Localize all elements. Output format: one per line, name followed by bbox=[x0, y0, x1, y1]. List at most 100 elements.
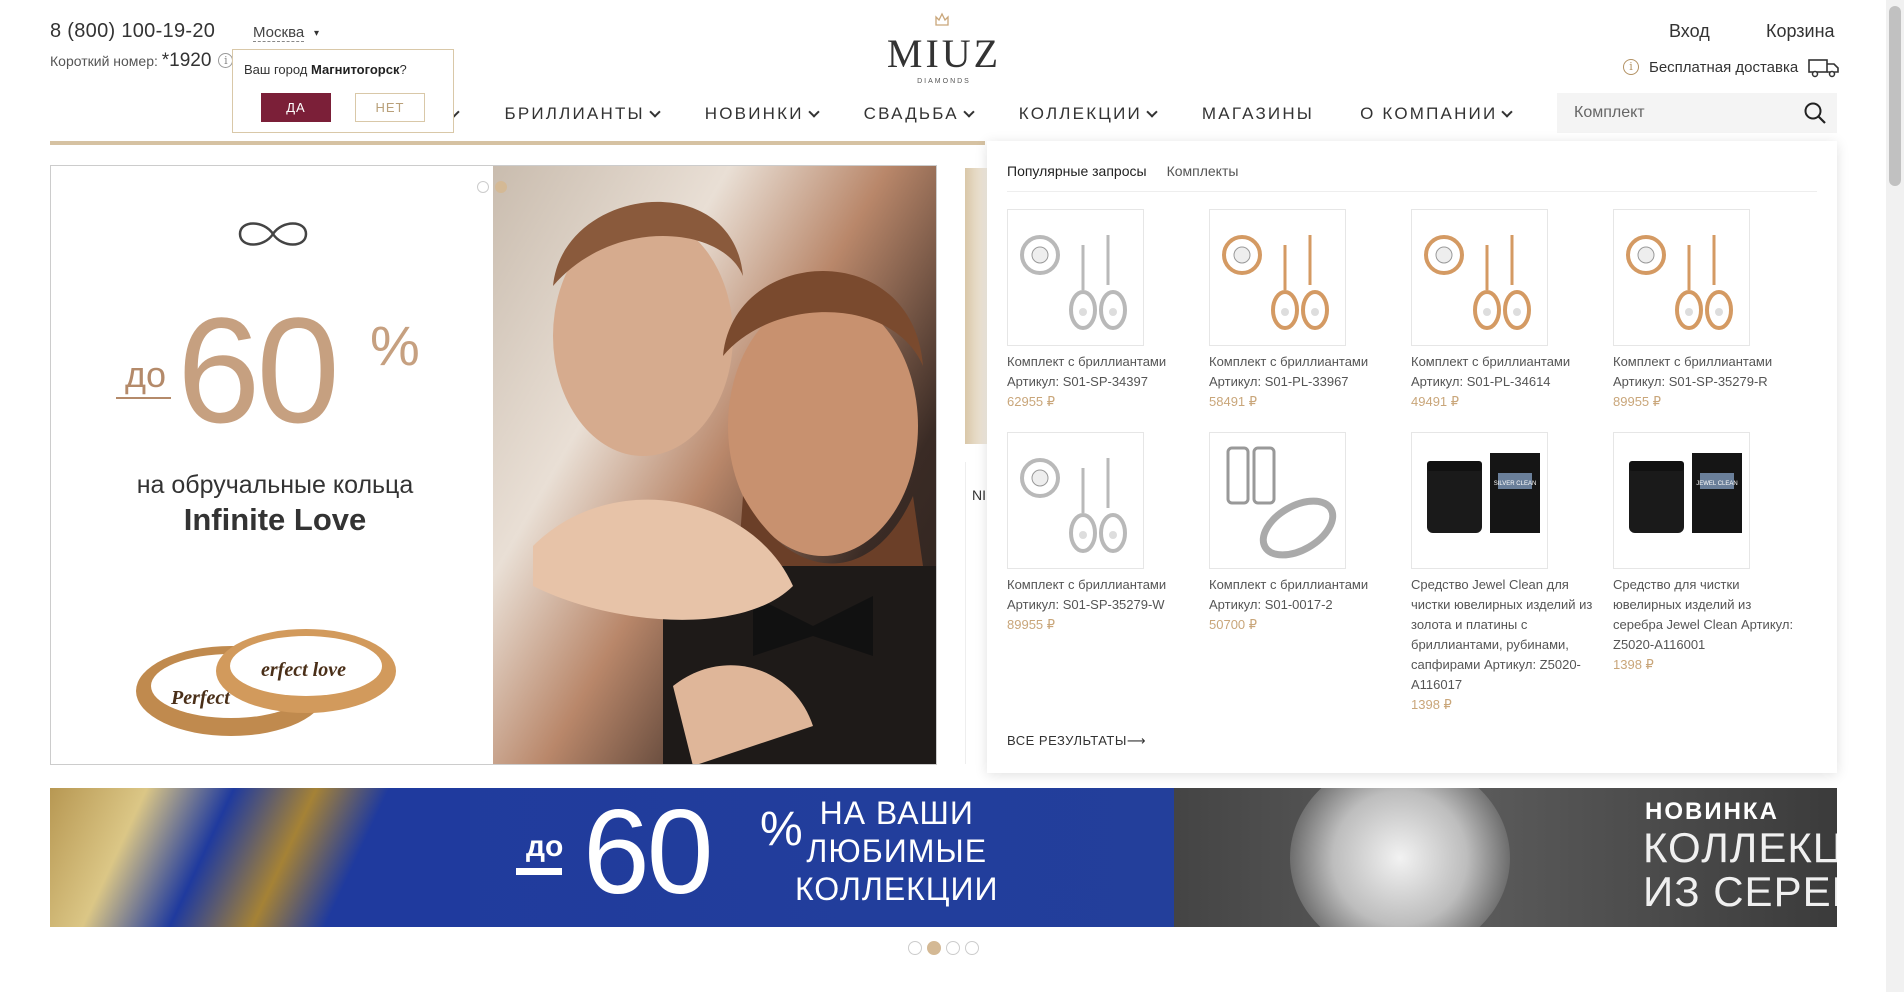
chevron-down-icon bbox=[807, 105, 820, 118]
city-yes-button[interactable]: ДА bbox=[261, 93, 331, 122]
product-image[interactable] bbox=[1007, 209, 1144, 346]
city-confirm-popup: Ваш город Магнитогорск? ДА НЕТ bbox=[232, 49, 454, 133]
product-image[interactable] bbox=[1613, 209, 1750, 346]
search-box bbox=[1557, 93, 1837, 133]
couple-illustration bbox=[533, 201, 936, 764]
product-card[interactable]: Комплект с бриллиантами Артикул: S01-SP-… bbox=[1007, 209, 1197, 412]
side-banner-label: NI bbox=[972, 487, 986, 503]
short-number-label: Короткий номер: bbox=[50, 53, 158, 69]
nav-underline bbox=[50, 141, 985, 145]
product-name[interactable]: Комплект с бриллиантами Артикул: S01-SP-… bbox=[1613, 352, 1803, 392]
cart-link[interactable]: Корзина bbox=[1766, 21, 1835, 42]
product-card[interactable]: Комплект с бриллиантами Артикул: S01-PL-… bbox=[1209, 209, 1399, 412]
product-image[interactable] bbox=[1411, 209, 1548, 346]
main-nav: Я БРИЛЛИАНТЫ НОВИНКИ СВАДЬБА КОЛЛЕКЦИИ М… bbox=[430, 100, 1557, 128]
wedding-rings-image: Perfect erfect love bbox=[136, 629, 396, 736]
product-name[interactable]: Комплект с бриллиантами Артикул: S01-PL-… bbox=[1209, 352, 1399, 392]
city-question-prefix: Ваш город bbox=[244, 62, 311, 77]
product-price: 89955 ₽ bbox=[1007, 617, 1056, 632]
slider-dot-active[interactable] bbox=[927, 941, 941, 955]
dropdown-tabs: Популярные запросы Комплекты bbox=[1007, 163, 1238, 179]
nav-item-stores[interactable]: МАГАЗИНЫ bbox=[1202, 100, 1314, 128]
tab-sets[interactable]: Комплекты bbox=[1167, 163, 1239, 179]
nav-item-new[interactable]: НОВИНКИ bbox=[704, 100, 820, 128]
nav-item-collections[interactable]: КОЛЛЕКЦИИ bbox=[1019, 100, 1158, 128]
nav-item-wedding[interactable]: СВАДЬБА bbox=[864, 100, 975, 128]
banner-do: до bbox=[526, 830, 564, 863]
product-image[interactable] bbox=[1209, 432, 1346, 569]
short-number-value[interactable]: *1920 bbox=[162, 50, 212, 71]
nav-label: МАГАЗИНЫ bbox=[1201, 104, 1315, 123]
product-card[interactable]: Комплект с бриллиантами Артикул: S01-SP-… bbox=[1007, 432, 1197, 635]
product-name[interactable]: Комплект с бриллиантами Артикул: S01-SP-… bbox=[1007, 575, 1197, 615]
side-banner-peek-2[interactable] bbox=[965, 462, 987, 764]
tab-popular[interactable]: Популярные запросы bbox=[1007, 163, 1147, 179]
hero-slide[interactable]: Perfect erfect love bbox=[50, 165, 937, 765]
product-image[interactable]: SILVER CLEAN bbox=[1411, 432, 1548, 569]
product-name[interactable]: Средство для чистки ювелирных изделий из… bbox=[1613, 575, 1803, 655]
ring-engraving-1: Perfect bbox=[170, 687, 231, 709]
product-card[interactable]: Комплект с бриллиантами Артикул: S01-SP-… bbox=[1613, 209, 1803, 412]
product-image[interactable] bbox=[1209, 209, 1346, 346]
chevron-down-icon bbox=[649, 105, 661, 118]
city-selector[interactable]: Москва bbox=[253, 24, 305, 42]
detected-city: Магнитогорск bbox=[311, 62, 400, 77]
hero-discount-value: 60 bbox=[177, 286, 340, 454]
banner-minus bbox=[516, 868, 562, 875]
product-name[interactable]: Средство Jewel Clean для чистки ювелирны… bbox=[1411, 575, 1601, 695]
product-name[interactable]: Комплект с бриллиантами Артикул: S01-PL-… bbox=[1411, 352, 1601, 392]
couple-photo bbox=[493, 166, 936, 764]
hero-title: Infinite Love bbox=[183, 502, 367, 537]
product-price: 62955 ₽ bbox=[1007, 394, 1056, 409]
product-name[interactable]: Комплект с бриллиантами Артикул: S01-SP-… bbox=[1007, 352, 1197, 392]
product-card[interactable]: JEWEL CLEAN Средство для чистки ювелирных… bbox=[1613, 432, 1803, 675]
hero-slider-dots bbox=[477, 180, 513, 198]
infinity-icon bbox=[238, 222, 308, 246]
product-card[interactable]: SILVER CLEAN Средство Jewel Clean для чис… bbox=[1411, 432, 1601, 715]
side-banner-peek[interactable] bbox=[965, 168, 987, 444]
nav-label: НОВИНКИ bbox=[704, 104, 804, 123]
product-illustration bbox=[1020, 235, 1127, 330]
hero-minus bbox=[116, 397, 171, 399]
promo-banner[interactable]: до 60 % НА ВАШИ ЛЮБИМЫЕ КОЛЛЕКЦИИ НОВИНК… bbox=[50, 788, 1837, 927]
nav-item-diamonds[interactable]: БРИЛЛИАНТЫ bbox=[504, 100, 661, 128]
divider bbox=[1007, 191, 1817, 192]
all-results-link[interactable]: ВСЕ РЕЗУЛЬТАТЫ⟶ bbox=[1007, 733, 1146, 749]
search-icon[interactable] bbox=[1803, 101, 1827, 125]
info-icon[interactable]: i bbox=[1623, 59, 1639, 75]
banner-text: НА ВАШИ ЛЮБИМЫЕ КОЛЛЕКЦИИ bbox=[795, 794, 998, 908]
slider-dot[interactable] bbox=[477, 181, 489, 193]
product-illustration: SILVER CLEAN bbox=[1427, 453, 1540, 533]
search-dropdown: Популярные запросы Комплекты Комплект с … bbox=[987, 141, 1837, 773]
product-card[interactable]: Комплект с бриллиантами Артикул: S01-001… bbox=[1209, 432, 1399, 635]
chevron-down-icon bbox=[1501, 105, 1514, 118]
slider-dot[interactable] bbox=[908, 941, 922, 955]
phone-number[interactable]: 8 (800) 100-19-20 bbox=[50, 20, 215, 43]
scrollbar-thumb[interactable] bbox=[1889, 6, 1901, 186]
product-price: 1398 ₽ bbox=[1411, 697, 1452, 712]
search-input[interactable] bbox=[1557, 93, 1797, 133]
caret-down-icon[interactable]: ▾ bbox=[314, 28, 319, 39]
banner-collection-text: КОЛЛЕКЦИ ИЗ СЕРЕБР bbox=[1643, 826, 1837, 914]
free-delivery[interactable]: i Бесплатная доставка bbox=[1623, 56, 1840, 78]
short-number: Короткий номер: *1920 i bbox=[50, 50, 234, 72]
nav-item-about[interactable]: О КОМПАНИИ bbox=[1360, 100, 1514, 128]
slider-dot-active[interactable] bbox=[495, 181, 507, 193]
logo[interactable]: MIUZ bbox=[886, 34, 1002, 74]
city-question-suffix: ? bbox=[399, 62, 407, 77]
product-card[interactable]: Комплект с бриллиантами Артикул: S01-PL-… bbox=[1411, 209, 1601, 412]
product-name[interactable]: Комплект с бриллиантами Артикул: S01-001… bbox=[1209, 575, 1399, 615]
delivery-label: Бесплатная доставка bbox=[1649, 58, 1799, 76]
slider-dot[interactable] bbox=[946, 941, 960, 955]
slider-dot[interactable] bbox=[965, 941, 979, 955]
hero-percent: % bbox=[370, 314, 420, 377]
banner-new-label: НОВИНКА bbox=[1645, 798, 1779, 825]
jar-label: JEWEL CLEAN bbox=[1696, 481, 1737, 487]
chevron-down-icon bbox=[963, 105, 975, 118]
city-no-button[interactable]: НЕТ bbox=[355, 93, 425, 122]
product-illustration: JEWEL CLEAN bbox=[1629, 453, 1742, 533]
banner-line: КОЛЛЕКЦИИ bbox=[795, 871, 999, 907]
product-image[interactable] bbox=[1007, 432, 1144, 569]
login-link[interactable]: Вход bbox=[1669, 21, 1710, 42]
product-image[interactable]: JEWEL CLEAN bbox=[1613, 432, 1750, 569]
